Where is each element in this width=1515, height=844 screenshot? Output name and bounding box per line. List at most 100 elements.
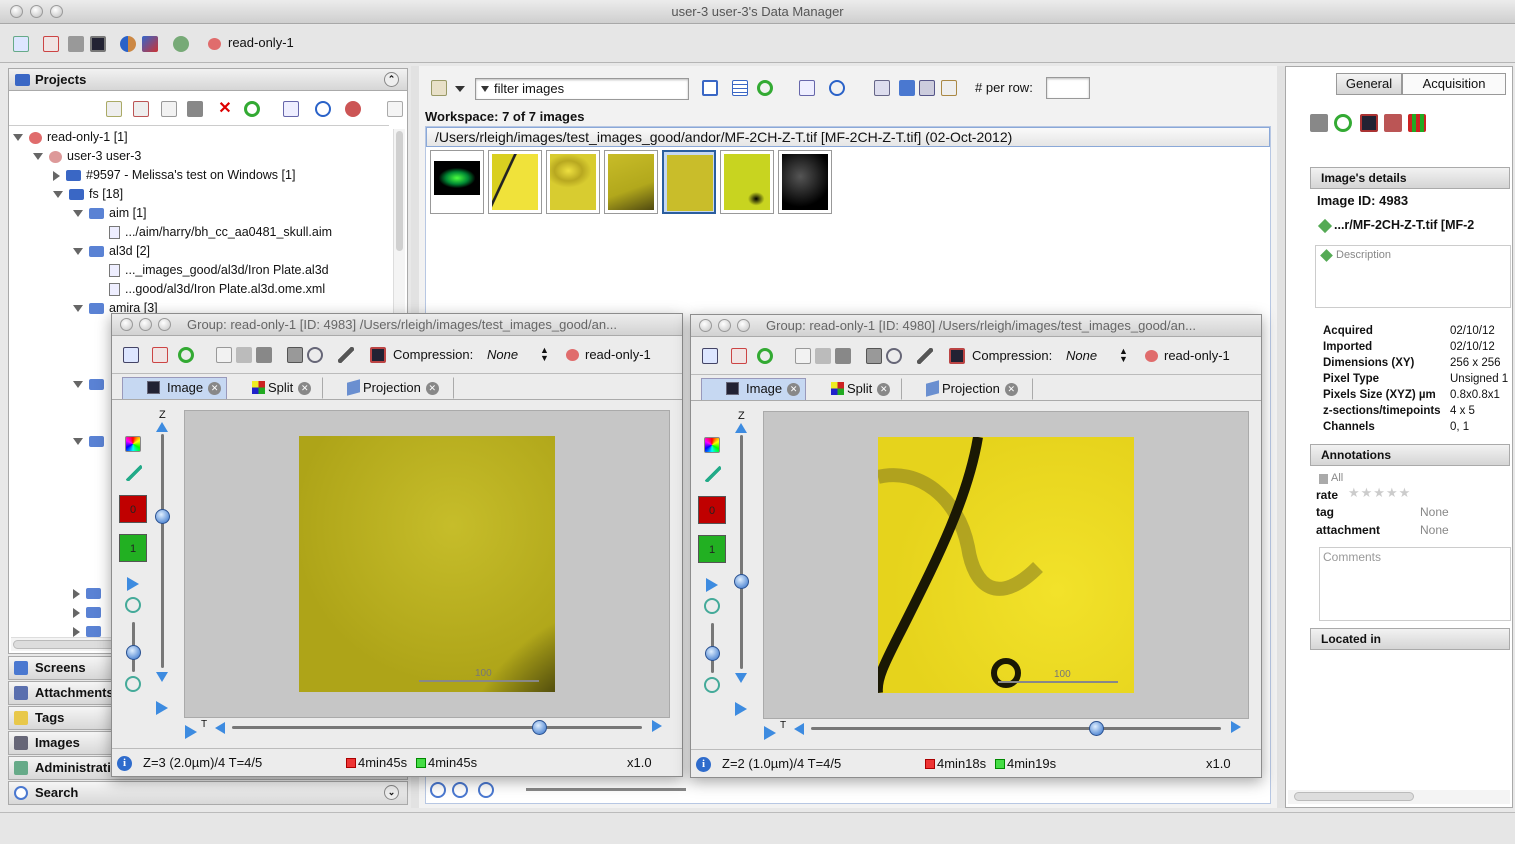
tab-projection[interactable]: Projection ✕ (342, 377, 454, 399)
bookmark-icon[interactable] (866, 348, 882, 364)
panel-minimize-icon[interactable] (387, 101, 403, 117)
zoom-window-button[interactable] (50, 5, 63, 18)
close-tab-icon[interactable]: ✕ (787, 383, 801, 397)
cut-icon[interactable] (133, 101, 149, 117)
tree-node-project-9597[interactable]: #9597 - Melissa's test on Windows [1] (53, 166, 295, 185)
expand-icon[interactable]: ⌄ (384, 785, 399, 800)
bookmark-icon[interactable] (287, 347, 303, 363)
t-play-icon[interactable] (764, 726, 776, 740)
sort-icon[interactable] (283, 101, 299, 117)
info-icon[interactable]: i (696, 757, 711, 772)
users-icon[interactable] (120, 36, 136, 52)
t-slider[interactable] (232, 726, 642, 729)
image-thumbnail-selected[interactable] (662, 150, 716, 214)
tab-projection[interactable]: Projection ✕ (921, 378, 1033, 400)
tree-node-al3d[interactable]: al3d [2] (73, 242, 150, 261)
image-details-header[interactable]: Image's details (1310, 167, 1510, 189)
image-thumbnail[interactable] (546, 150, 600, 214)
t-right-arrow-icon[interactable] (652, 720, 662, 732)
close-tab-icon[interactable]: ✕ (208, 382, 222, 396)
thumbnail-zoom-slider[interactable] (526, 788, 686, 791)
zoom-in-icon[interactable] (452, 782, 468, 798)
image-thumbnail[interactable] (778, 150, 832, 214)
located-in-header[interactable]: Located in (1310, 628, 1510, 650)
tree-node-read-only-1[interactable]: read-only-1 [1] (13, 128, 128, 147)
all-filter-label[interactable]: All (1331, 472, 1343, 484)
zoom-thumb-icon[interactable] (874, 80, 890, 96)
t-left-arrow-icon[interactable] (215, 722, 225, 734)
pencil-icon[interactable] (1317, 218, 1333, 234)
table-icon[interactable] (68, 36, 84, 52)
channel-1-button[interactable]: 1 (119, 534, 147, 562)
t-slider[interactable] (811, 727, 1221, 730)
tab-image[interactable]: Image ✕ (701, 378, 806, 400)
all-filter-icon[interactable] (1319, 474, 1328, 484)
eyedropper-icon[interactable] (126, 465, 142, 481)
zoom-out-icon[interactable] (704, 677, 720, 693)
tab-acquisition[interactable]: Acquisition (1402, 73, 1506, 95)
tree-node-collapsed[interactable] (73, 584, 106, 603)
tree-node-user[interactable]: user-3 user-3 (33, 147, 141, 166)
z-slider-knob[interactable] (155, 509, 170, 524)
channel-1-button[interactable]: 1 (698, 535, 726, 563)
play-icon[interactable] (127, 577, 139, 591)
tree-node-collapsed[interactable] (73, 603, 106, 622)
t-slider-knob[interactable] (532, 720, 547, 735)
tab-split[interactable]: Split ✕ (247, 377, 323, 399)
tree-node-collapsed[interactable] (73, 432, 109, 451)
eyedropper-icon[interactable] (705, 466, 721, 482)
z-slider[interactable] (161, 434, 164, 668)
annotations-header[interactable]: Annotations (1310, 444, 1510, 466)
z-up-arrow-icon[interactable] (156, 422, 168, 432)
zoom-out-icon[interactable] (125, 676, 141, 692)
t-left-arrow-icon[interactable] (794, 723, 804, 735)
minimize-viewer-button[interactable] (718, 319, 731, 332)
filter-images-field[interactable]: filter images (475, 78, 689, 100)
save-icon[interactable] (1310, 114, 1328, 132)
viewer-icon[interactable] (1360, 114, 1378, 132)
viewer-title-bar[interactable]: Group: read-only-1 [ID: 4983] /Users/rle… (112, 314, 682, 336)
copy-icon[interactable] (795, 348, 811, 364)
refresh-icon[interactable] (244, 101, 260, 117)
collapse-icon[interactable]: ⌃ (384, 72, 399, 87)
z-up-arrow-icon[interactable] (735, 423, 747, 433)
minimize-viewer-button[interactable] (139, 318, 152, 331)
filter-users-icon[interactable] (345, 101, 361, 117)
paste-icon[interactable] (187, 101, 203, 117)
monitor-icon[interactable] (90, 36, 106, 52)
clock-icon[interactable] (315, 101, 331, 117)
right-splitter[interactable] (1277, 66, 1285, 808)
compression-select[interactable]: None (487, 347, 518, 362)
save-thumbs-icon[interactable] (899, 80, 915, 96)
close-viewer-button[interactable] (699, 319, 712, 332)
info-icon[interactable]: i (117, 756, 132, 771)
zoom-viewer-button[interactable] (158, 318, 171, 331)
z-play-icon[interactable] (156, 701, 168, 715)
search-section-header[interactable]: Search ⌄ (8, 781, 408, 805)
magnifier-icon[interactable] (886, 348, 902, 364)
close-tab-icon[interactable]: ✕ (877, 383, 891, 397)
image-thumbnail[interactable] (604, 150, 658, 214)
delete-icon[interactable]: ✕ (217, 101, 233, 117)
right-horizontal-scrollbar[interactable] (1288, 790, 1510, 804)
reset-icon[interactable] (835, 348, 851, 364)
refresh-icon[interactable] (757, 80, 773, 96)
layout-arrows-icon[interactable] (431, 80, 447, 96)
z-down-arrow-icon[interactable] (156, 672, 168, 682)
hierarchy-icon[interactable] (123, 347, 139, 363)
minimize-window-button[interactable] (30, 5, 43, 18)
window-icon[interactable] (919, 80, 935, 96)
group-icon[interactable] (173, 36, 189, 52)
t-slider-knob[interactable] (1089, 721, 1104, 736)
tab-split[interactable]: Split ✕ (826, 378, 902, 400)
compression-select[interactable]: None (1066, 348, 1097, 363)
publish-icon[interactable] (1384, 114, 1402, 132)
layout-dropdown-icon[interactable] (455, 86, 465, 92)
tab-general[interactable]: General (1336, 73, 1402, 95)
image-thumbnail[interactable] (430, 150, 484, 214)
close-tab-icon[interactable]: ✕ (425, 382, 439, 396)
t-right-arrow-icon[interactable] (1231, 721, 1241, 733)
edit-icon[interactable] (43, 36, 59, 52)
comments-field[interactable]: Comments (1319, 547, 1511, 621)
zoom-slider-knob[interactable] (705, 646, 720, 661)
